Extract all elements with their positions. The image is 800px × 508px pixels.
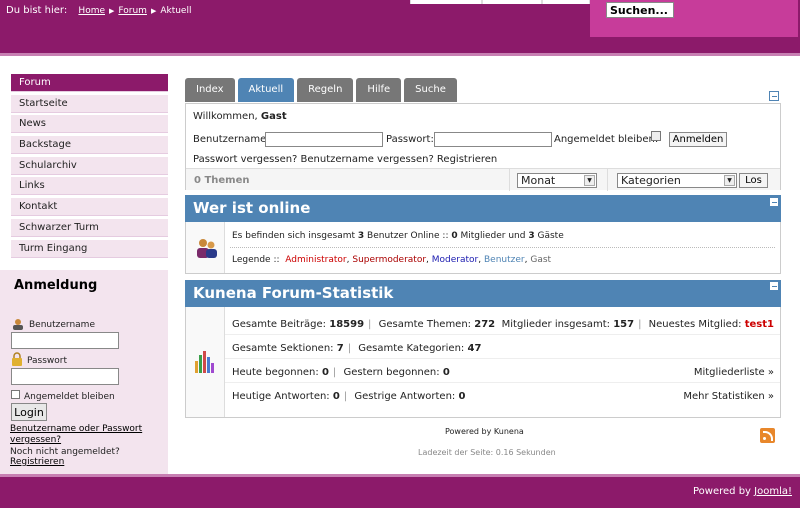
tab-index[interactable]: Index [185,78,235,102]
footer-powered: Powered by Joomla! [693,486,792,497]
breadcrumb: Du bist hier: Home ▶ Forum ▶ Aktuell [6,5,191,16]
menu-item-turm-eingang[interactable]: Turm Eingang [11,239,168,258]
left-sidebar: Forum Startseite News Backstage Schularc… [0,56,172,474]
lock-icon [12,352,22,366]
legend-moderator: Moderator [431,255,479,265]
forgot-credentials-link[interactable]: Benutzername oder Passwort vergessen? [10,424,150,446]
dropdown-arrow-icon: ▼ [724,175,735,186]
forum-remember-checkbox[interactable] [651,131,661,141]
login-module: Anmeldung Benutzername Passwort Angemeld… [0,270,168,474]
tab-hilfe[interactable]: Hilfe [356,78,402,102]
tab-regeln[interactable]: Regeln [297,78,354,102]
register-link[interactable]: Registrieren [10,457,64,467]
role-legend: Legende :: Administrator, Supermoderator… [232,255,552,265]
more-stats-link[interactable]: Mehr Statistiken » [683,391,774,402]
forum-remember-label: Angemeldet bleiben: [554,134,659,145]
password-field[interactable] [11,368,119,385]
tab-suche[interactable]: Suche [404,78,457,102]
login-title: Anmeldung [14,278,98,293]
forgot-links[interactable]: Passwort vergessen? Benutzername vergess… [193,154,497,165]
breadcrumb-home-link[interactable]: Home [78,6,105,16]
site-header: Du bist hier: Home ▶ Forum ▶ Aktuell [0,0,800,56]
main-menu: Forum Startseite News Backstage Schularc… [11,74,168,260]
forum-tabs: Index Aktuell Regeln Hilfe Suche [185,78,457,102]
users-icon [197,239,217,258]
stats-row-totals: Gesamte Beiträge: 18599 | Gesamte Themen:… [225,311,780,335]
online-header: Wer ist online [185,195,781,222]
load-time: Ladezeit der Seite: 0.16 Sekunden [418,448,556,457]
breadcrumb-current: Aktuell [160,5,192,16]
breadcrumb-arrow-icon: ▶ [109,6,115,15]
password-label-row: Passwort [11,352,67,366]
menu-item-schwarzer-turm[interactable]: Schwarzer Turm [11,218,168,237]
stats-row-started: Heute begonnen: 0 | Gestern begonnen: 0 M… [225,359,780,383]
top-nav-slot [482,0,542,4]
menu-item-forum[interactable]: Forum [11,74,168,92]
newest-member-link[interactable]: test1 [745,319,774,330]
collapse-icon[interactable] [769,197,779,207]
online-icon-cell [186,222,225,273]
breadcrumb-prefix: Du bist hier: [6,5,68,16]
joomla-link[interactable]: Joomla! [754,486,792,497]
legend-supermoderator: Supermoderator [352,255,427,265]
period-select[interactable]: Monat ▼ [517,173,597,188]
forum-username-label: Benutzername: [193,134,270,145]
search-input[interactable] [606,2,674,18]
stats-title: Kunena Forum-Statistik [193,284,394,302]
forum-password-label: Passwort: [386,134,434,145]
online-title: Wer ist online [193,199,311,217]
forum-login-box: Willkommen, Gast Benutzername: Passwort:… [185,103,781,191]
breadcrumb-arrow-icon: ▶ [150,6,157,15]
remember-checkbox[interactable] [11,390,20,399]
menu-item-schularchiv[interactable]: Schularchiv [11,156,168,175]
rss-icon[interactable] [760,428,775,443]
online-summary: Es befinden sich insgesamt 3 Benutzer On… [232,231,564,241]
anmelden-button[interactable]: Anmelden [669,132,727,147]
stats-row-replies: Heutige Antworten: 0 | Gestrige Antworten… [232,391,774,402]
welcome-text: Willkommen, Gast [193,111,287,122]
forum-password-field[interactable] [434,132,552,147]
powered-by-kunena[interactable]: Powered by Kunena [445,427,524,436]
user-icon [13,319,23,330]
breadcrumb-forum-link[interactable]: Forum [118,6,147,16]
stats-header: Kunena Forum-Statistik [185,280,781,307]
password-label: Passwort [27,356,68,366]
menu-item-startseite[interactable]: Startseite [11,94,168,113]
dropdown-arrow-icon: ▼ [584,175,595,186]
not-registered-row: Noch nicht angemeldet? Registrieren [10,447,168,467]
category-select[interactable]: Kategorien ▼ [617,173,737,188]
menu-item-links[interactable]: Links [11,177,168,196]
username-label: Benutzername [29,320,95,330]
tab-aktuell[interactable]: Aktuell [237,78,295,102]
topic-count: 0 Themen [194,175,250,186]
collapse-icon[interactable] [769,281,779,291]
search-area [590,0,798,37]
go-button[interactable]: Los [739,173,768,188]
memberlist-link[interactable]: Mitgliederliste » [694,367,774,378]
login-button[interactable]: Login [11,403,47,421]
topic-filter-bar: 0 Themen Monat ▼ Kategorien ▼ Los [186,168,780,191]
menu-item-news[interactable]: News [11,115,168,134]
site-footer: Powered by Joomla! [0,474,800,508]
username-field[interactable] [11,332,119,349]
legend-administrator: Administrator [285,255,347,265]
menu-item-kontakt[interactable]: Kontakt [11,198,168,217]
online-body: Es befinden sich insgesamt 3 Benutzer On… [185,222,781,274]
collapse-icon[interactable] [769,91,779,101]
welcome-name: Gast [260,111,287,122]
remember-label: Angemeldet bleiben [24,392,115,402]
legend-guest: Gast [530,255,552,265]
top-nav-slot [410,0,482,4]
stats-row-sections: Gesamte Sektionen: 7 | Gesamte Kategorien… [225,335,780,359]
menu-item-backstage[interactable]: Backstage [11,136,168,155]
stats-icon-cell [186,307,225,417]
not-registered-text: Noch nicht angemeldet? [10,447,120,457]
forum-username-field[interactable] [265,132,383,147]
top-nav-slot [542,0,590,4]
bar-chart-icon [195,351,214,373]
stats-body: Gesamte Beiträge: 18599 | Gesamte Themen:… [185,307,781,418]
username-label-row: Benutzername [11,318,95,330]
legend-user: Benutzer [484,255,525,265]
